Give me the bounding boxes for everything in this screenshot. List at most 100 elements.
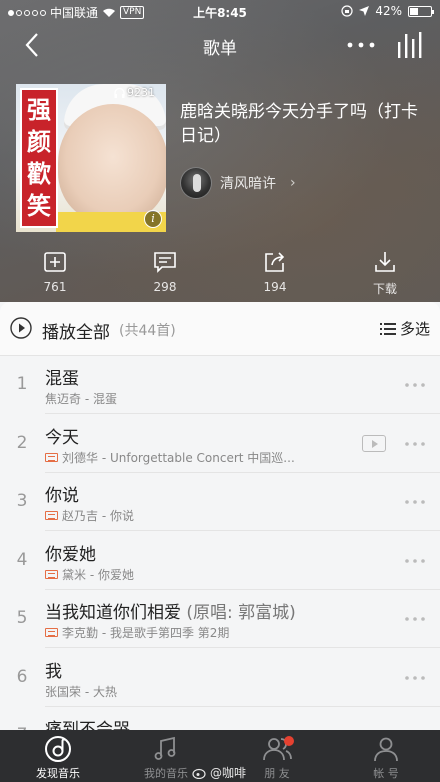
more-icon[interactable]	[403, 554, 427, 568]
song-subtitle: 李克勤 - 我是歌手第四季 第2期	[45, 624, 229, 641]
more-icon[interactable]	[403, 378, 427, 392]
comment-count: 298	[153, 280, 177, 294]
more-icon[interactable]	[403, 671, 427, 685]
avatar	[180, 167, 212, 199]
orientation-lock-icon	[341, 5, 353, 17]
status-right: 42%	[341, 4, 434, 18]
song-row[interactable]: 3 你说 赵乃吉 - 你说	[0, 473, 440, 531]
play-count: 9231	[114, 86, 155, 99]
collect-count: 761	[43, 280, 67, 294]
song-title-text: 我	[45, 661, 62, 682]
more-icon[interactable]	[403, 437, 427, 451]
song-row[interactable]: 7痛到不会哭	[0, 707, 440, 730]
song-title: 你说	[45, 481, 79, 506]
song-artist-album: 焦迈奇 - 混蛋	[45, 392, 117, 406]
battery-level	[410, 7, 419, 15]
creator-link[interactable]: 清风暗许 ›	[180, 167, 296, 199]
song-subtitle: 张国荣 - 大热	[45, 683, 117, 700]
sq-quality-icon	[45, 569, 58, 579]
action-bar: 761 298 194 下载	[0, 250, 440, 296]
cover-char: 笑	[27, 191, 51, 220]
playlist-cover[interactable]: 强 颜 歡 笑 9231 i	[16, 84, 166, 232]
weibo-watermark: @咖啡	[192, 764, 246, 781]
song-artist-album: 刘德华 - Unforgettable Concert 中国巡...	[62, 450, 295, 465]
song-title-text: 今天	[45, 427, 79, 448]
song-row[interactable]: 6 我张国荣 - 大热	[0, 649, 440, 707]
download-label: 下载	[372, 282, 397, 296]
song-title: 痛到不会哭	[45, 715, 130, 730]
song-title-text: 混蛋	[45, 369, 79, 389]
watermark-text: @咖啡	[210, 766, 247, 780]
play-circle-icon[interactable]	[10, 317, 32, 339]
chevron-right-icon: ›	[290, 175, 296, 191]
list-icon	[380, 322, 396, 335]
my-music-icon	[154, 736, 176, 760]
song-index: 1	[16, 374, 28, 394]
nav-bar: 歌单	[0, 26, 440, 66]
sq-quality-icon	[45, 511, 58, 520]
song-title-text: 你爱她	[45, 544, 96, 565]
song-subtitle: 刘德华 - Unforgettable Concert 中国巡...	[45, 449, 295, 466]
sq-quality-icon	[45, 452, 58, 462]
creator-name: 清风暗许	[220, 176, 276, 192]
comment-button[interactable]: 298	[135, 250, 195, 296]
song-artist-album: 张国荣 - 大热	[45, 684, 117, 699]
now-playing-icon[interactable]	[394, 30, 426, 60]
more-icon[interactable]	[403, 612, 427, 626]
tab-account[interactable]: 帐 号	[342, 730, 430, 782]
song-title: 今天	[45, 423, 79, 448]
song-artist-album: 李克勤 - 我是歌手第四季 第2期	[62, 626, 230, 640]
battery-icon	[408, 5, 434, 17]
play-all-button[interactable]: 播放全部	[42, 318, 110, 343]
tab-label: 发现音乐	[36, 767, 80, 780]
collect-button[interactable]: 761	[25, 250, 85, 296]
tab-discover[interactable]: 发现音乐	[14, 730, 102, 782]
song-artist-album: 黛米 - 你爱她	[62, 567, 134, 582]
share-count: 194	[263, 280, 287, 294]
tab-friends[interactable]: 朋 友	[233, 730, 321, 782]
location-icon	[359, 6, 370, 16]
add-folder-icon	[44, 252, 66, 272]
multi-select-button[interactable]: 多选	[380, 318, 430, 339]
song-row[interactable]: 4 你爱她黛米 - 你爱她	[0, 532, 440, 590]
discover-music-icon	[45, 736, 71, 762]
mv-play-icon[interactable]	[362, 434, 386, 452]
play-all-bar: 播放全部 (共44首) 多选	[0, 302, 440, 356]
tab-label: 帐 号	[373, 767, 399, 780]
song-count: (共44首)	[119, 323, 176, 339]
song-index: 3	[16, 491, 28, 511]
song-title-text: 痛到不会哭	[45, 720, 130, 730]
song-title-text: 当我知道你们相爱	[45, 603, 181, 623]
song-index: 5	[16, 608, 28, 628]
headphones-icon	[114, 87, 125, 98]
share-icon	[265, 252, 285, 272]
song-index: 4	[16, 549, 28, 570]
battery-percent: 42%	[375, 4, 402, 18]
multi-select-label: 多选	[400, 320, 431, 338]
comment-icon	[154, 252, 176, 273]
info-icon[interactable]: i	[144, 210, 162, 228]
more-icon[interactable]	[344, 32, 378, 58]
song-title: 混蛋	[45, 364, 79, 389]
sq-quality-icon	[45, 628, 58, 637]
download-button[interactable]: 下载	[355, 250, 415, 296]
song-row[interactable]: 1 混蛋焦迈奇 - 混蛋	[0, 356, 440, 414]
play-count-value: 9231	[127, 86, 155, 99]
song-title-text: 你说	[45, 486, 79, 506]
download-icon	[375, 252, 395, 272]
song-subtitle: 赵乃吉 - 你说	[45, 507, 134, 524]
tab-label: 朋 友	[264, 767, 290, 780]
song-index: 6	[16, 666, 28, 687]
cover-char: 歡	[27, 159, 51, 188]
song-list: 播放全部 (共44首) 多选 1 混蛋 焦迈奇 - 混蛋 2 今天 刘德华 - Unfor…	[0, 302, 440, 730]
account-icon	[374, 737, 398, 762]
song-title: 当我知道你们相爱 (原唱: 郭富城)	[45, 598, 296, 623]
weibo-icon	[192, 768, 206, 779]
song-row[interactable]: 5 当我知道你们相爱 (原唱: 郭富城) 李克勤 - 我是歌手第四季 第2期	[0, 590, 440, 648]
cover-title-tag: 强 颜 歡 笑	[20, 88, 58, 228]
notification-badge	[284, 736, 294, 746]
song-title: 你爱她	[45, 540, 96, 565]
more-icon[interactable]	[403, 495, 427, 509]
share-button[interactable]: 194	[245, 250, 305, 296]
song-row[interactable]: 2 今天 刘德华 - Unforgettable Concert 中国巡...	[0, 415, 440, 473]
